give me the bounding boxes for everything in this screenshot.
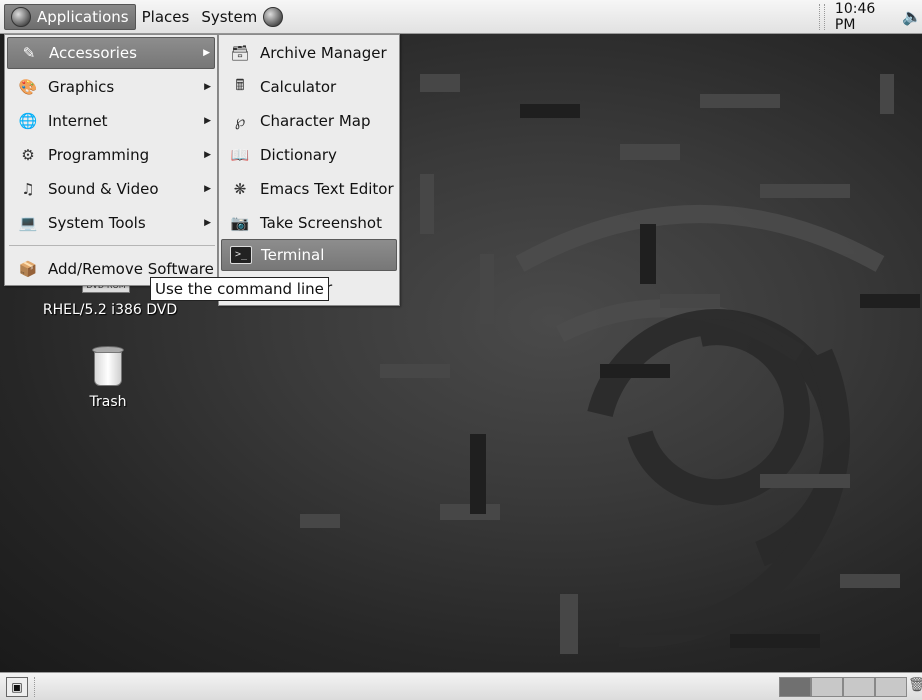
desktop-icon-dvd-label[interactable]: RHEL/5.2 i386 DVD — [20, 302, 200, 318]
graphics-icon: 🎨 — [18, 78, 38, 96]
submenu-item-label: Calculator — [260, 78, 337, 96]
applications-menu: ✎ Accessories ▶ 🎨 Graphics ▶ 🌐 Internet … — [4, 34, 218, 286]
show-desktop-icon[interactable]: ▣ — [6, 677, 28, 697]
menu-applications-label: Applications — [37, 7, 129, 26]
submenu-item-take-screenshot[interactable]: 📷 Take Screenshot — [221, 207, 397, 239]
top-panel: Applications Places System 10:46 PM 🔈 — [0, 0, 922, 34]
menu-system[interactable]: System — [195, 4, 261, 30]
menu-item-programming[interactable]: ⚙ Programming ▶ — [7, 139, 215, 171]
menu-item-label: Accessories — [49, 44, 137, 62]
menu-system-label: System — [201, 7, 258, 26]
workspace-4[interactable] — [875, 677, 907, 697]
system-tools-icon: 💻 — [18, 214, 38, 232]
menu-item-label: Add/Remove Software — [48, 260, 214, 278]
workspace-2[interactable] — [811, 677, 843, 697]
submenu-arrow-icon: ▶ — [204, 218, 211, 228]
menu-item-label: System Tools — [48, 214, 146, 232]
submenu-arrow-icon: ▶ — [203, 48, 210, 58]
submenu-item-label: Emacs Text Editor — [260, 180, 394, 198]
submenu-item-emacs[interactable]: ❋ Emacs Text Editor — [221, 173, 397, 205]
archive-manager-icon: 🗃 — [230, 44, 250, 62]
menu-item-accessories[interactable]: ✎ Accessories ▶ — [7, 37, 215, 69]
menu-applications[interactable]: Applications — [4, 3, 136, 30]
submenu-arrow-icon: ▶ — [204, 184, 211, 194]
submenu-item-label: Archive Manager — [260, 44, 387, 62]
menu-places[interactable]: Places — [136, 4, 196, 30]
workspace-1[interactable] — [779, 677, 811, 697]
submenu-item-terminal[interactable]: >_ Terminal — [221, 239, 397, 271]
programming-icon: ⚙ — [21, 146, 35, 164]
calculator-icon: 🖩 — [235, 75, 245, 94]
browser-launcher[interactable] — [261, 4, 285, 30]
workspace-switcher — [779, 677, 907, 697]
submenu-item-character-map[interactable]: ℘ Character Map — [221, 105, 397, 137]
desktop-icon-trash[interactable]: Trash — [68, 346, 148, 410]
submenu-item-dictionary[interactable]: 📖 Dictionary — [221, 139, 397, 171]
menu-item-label: Internet — [48, 112, 108, 130]
internet-icon: 🌐 — [18, 112, 38, 130]
panel-separator — [34, 677, 38, 697]
speaker-icon[interactable]: 🔈 — [902, 7, 922, 26]
submenu-item-calculator[interactable]: 🖩 Calculator — [221, 71, 397, 103]
character-map-icon: ℘ — [234, 112, 246, 130]
menu-divider — [9, 245, 215, 246]
submenu-arrow-icon: ▶ — [204, 82, 211, 92]
add-remove-software-icon: 📦 — [18, 260, 38, 278]
menu-item-sound-video[interactable]: ♫ Sound & Video ▶ — [7, 173, 215, 205]
submenu-item-label: Take Screenshot — [260, 214, 382, 232]
sound-video-icon: ♫ — [21, 180, 35, 198]
camera-icon: 📷 — [230, 214, 250, 232]
submenu-item-archive-manager[interactable]: 🗃 Archive Manager — [221, 37, 397, 69]
menu-places-label: Places — [141, 7, 190, 26]
accessories-icon: ✎ — [22, 44, 36, 62]
bottom-panel: ▣ 🗑 — [0, 672, 922, 700]
workspace-3[interactable] — [843, 677, 875, 697]
menu-item-system-tools[interactable]: 💻 System Tools ▶ — [7, 207, 215, 239]
trash-icon — [91, 346, 125, 388]
clock[interactable]: 10:46 PM — [835, 1, 894, 33]
submenu-arrow-icon: ▶ — [204, 116, 211, 126]
menu-item-label: Graphics — [48, 78, 115, 96]
submenu-item-label: Character Map — [260, 112, 371, 130]
menu-item-label: Sound & Video — [48, 180, 159, 198]
menu-item-label: Programming — [48, 146, 150, 164]
panel-separator — [819, 3, 825, 30]
submenu-arrow-icon: ▶ — [204, 150, 211, 160]
trash-applet-icon[interactable]: 🗑 — [908, 677, 922, 693]
menu-item-graphics[interactable]: 🎨 Graphics ▶ — [7, 71, 215, 103]
emacs-icon: ❋ — [233, 180, 247, 198]
distro-logo-icon — [11, 6, 31, 27]
submenu-item-label: Terminal — [261, 246, 325, 264]
browser-globe-icon — [263, 6, 284, 27]
trash-label: Trash — [89, 394, 127, 410]
accessories-submenu: 🗃 Archive Manager 🖩 Calculator ℘ Charact… — [218, 34, 400, 306]
terminal-icon: >_ — [230, 244, 252, 266]
menu-item-internet[interactable]: 🌐 Internet ▶ — [7, 105, 215, 137]
submenu-item-label: Dictionary — [260, 146, 337, 164]
dictionary-icon: 📖 — [230, 146, 250, 164]
tooltip: Use the command line — [150, 277, 329, 301]
